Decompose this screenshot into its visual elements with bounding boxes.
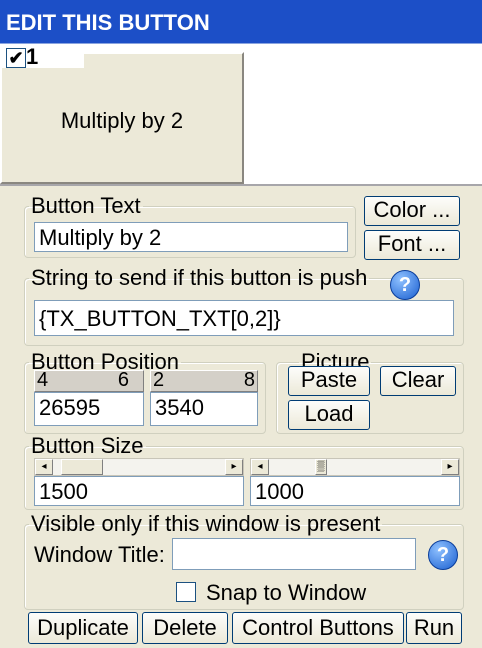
snap-to-window-label: Snap to Window <box>206 580 367 605</box>
color-button[interactable]: Color ... <box>364 196 460 226</box>
duplicate-button[interactable]: Duplicate <box>28 612 138 644</box>
window-title: EDIT THIS BUTTON <box>0 0 482 44</box>
preview-index-label: 1 <box>26 44 39 69</box>
x-tick-right: 6 <box>117 369 129 391</box>
string-to-send-input[interactable]: {TX_BUTTON_TXT[0,2]} <box>34 300 454 336</box>
y-tick-right: 8 <box>243 369 255 391</box>
control-buttons-button[interactable]: Control Buttons <box>232 612 404 644</box>
width-scroll-thumb[interactable] <box>61 459 103 475</box>
height-scrollbar[interactable]: ◂ ▒ ▸ <box>250 458 460 476</box>
height-scroll-thumb[interactable]: ▒ <box>315 459 327 475</box>
help-icon[interactable]: ? <box>390 270 420 300</box>
delete-button[interactable]: Delete <box>142 612 228 644</box>
x-position-input[interactable]: 26595 <box>34 392 144 426</box>
y-position-input[interactable]: 3540 <box>150 392 258 426</box>
preview-button[interactable]: ✔ 1 Multiply by 2 <box>0 44 244 184</box>
x-position-scale[interactable]: 4 6 <box>34 370 144 392</box>
snap-to-window-checkbox[interactable] <box>176 582 196 602</box>
font-button[interactable]: Font ... <box>364 230 460 260</box>
button-text-input[interactable]: Multiply by 2 <box>34 222 348 252</box>
button-text-legend: Button Text <box>31 193 141 218</box>
load-button[interactable]: Load <box>288 400 370 430</box>
help-icon[interactable]: ? <box>428 540 458 570</box>
window-title-label: Window Title: <box>34 542 165 567</box>
preview-checkbox[interactable]: ✔ <box>6 48 26 68</box>
width-input[interactable]: 1500 <box>34 476 244 506</box>
window-title-input[interactable] <box>172 538 416 570</box>
preview-button-text: Multiply by 2 <box>60 108 184 133</box>
visible-window-legend: Visible only if this window is present <box>31 511 381 536</box>
button-size-legend: Button Size <box>31 433 144 458</box>
width-scroll-right-icon[interactable]: ▸ <box>225 459 243 475</box>
y-tick-left: 2 <box>153 369 165 391</box>
paste-button[interactable]: Paste <box>288 366 370 396</box>
width-scroll-left-icon[interactable]: ◂ <box>35 459 53 475</box>
height-input[interactable]: 1000 <box>250 476 460 506</box>
clear-button[interactable]: Clear <box>380 366 456 396</box>
height-scroll-right-icon[interactable]: ▸ <box>441 459 459 475</box>
height-scroll-left-icon[interactable]: ◂ <box>251 459 269 475</box>
y-position-scale[interactable]: 2 8 <box>150 370 258 392</box>
string-to-send-legend: String to send if this button is push <box>31 265 368 290</box>
x-tick-left: 4 <box>37 369 49 391</box>
width-scrollbar[interactable]: ◂ ▸ <box>34 458 244 476</box>
run-button[interactable]: Run <box>406 612 462 644</box>
